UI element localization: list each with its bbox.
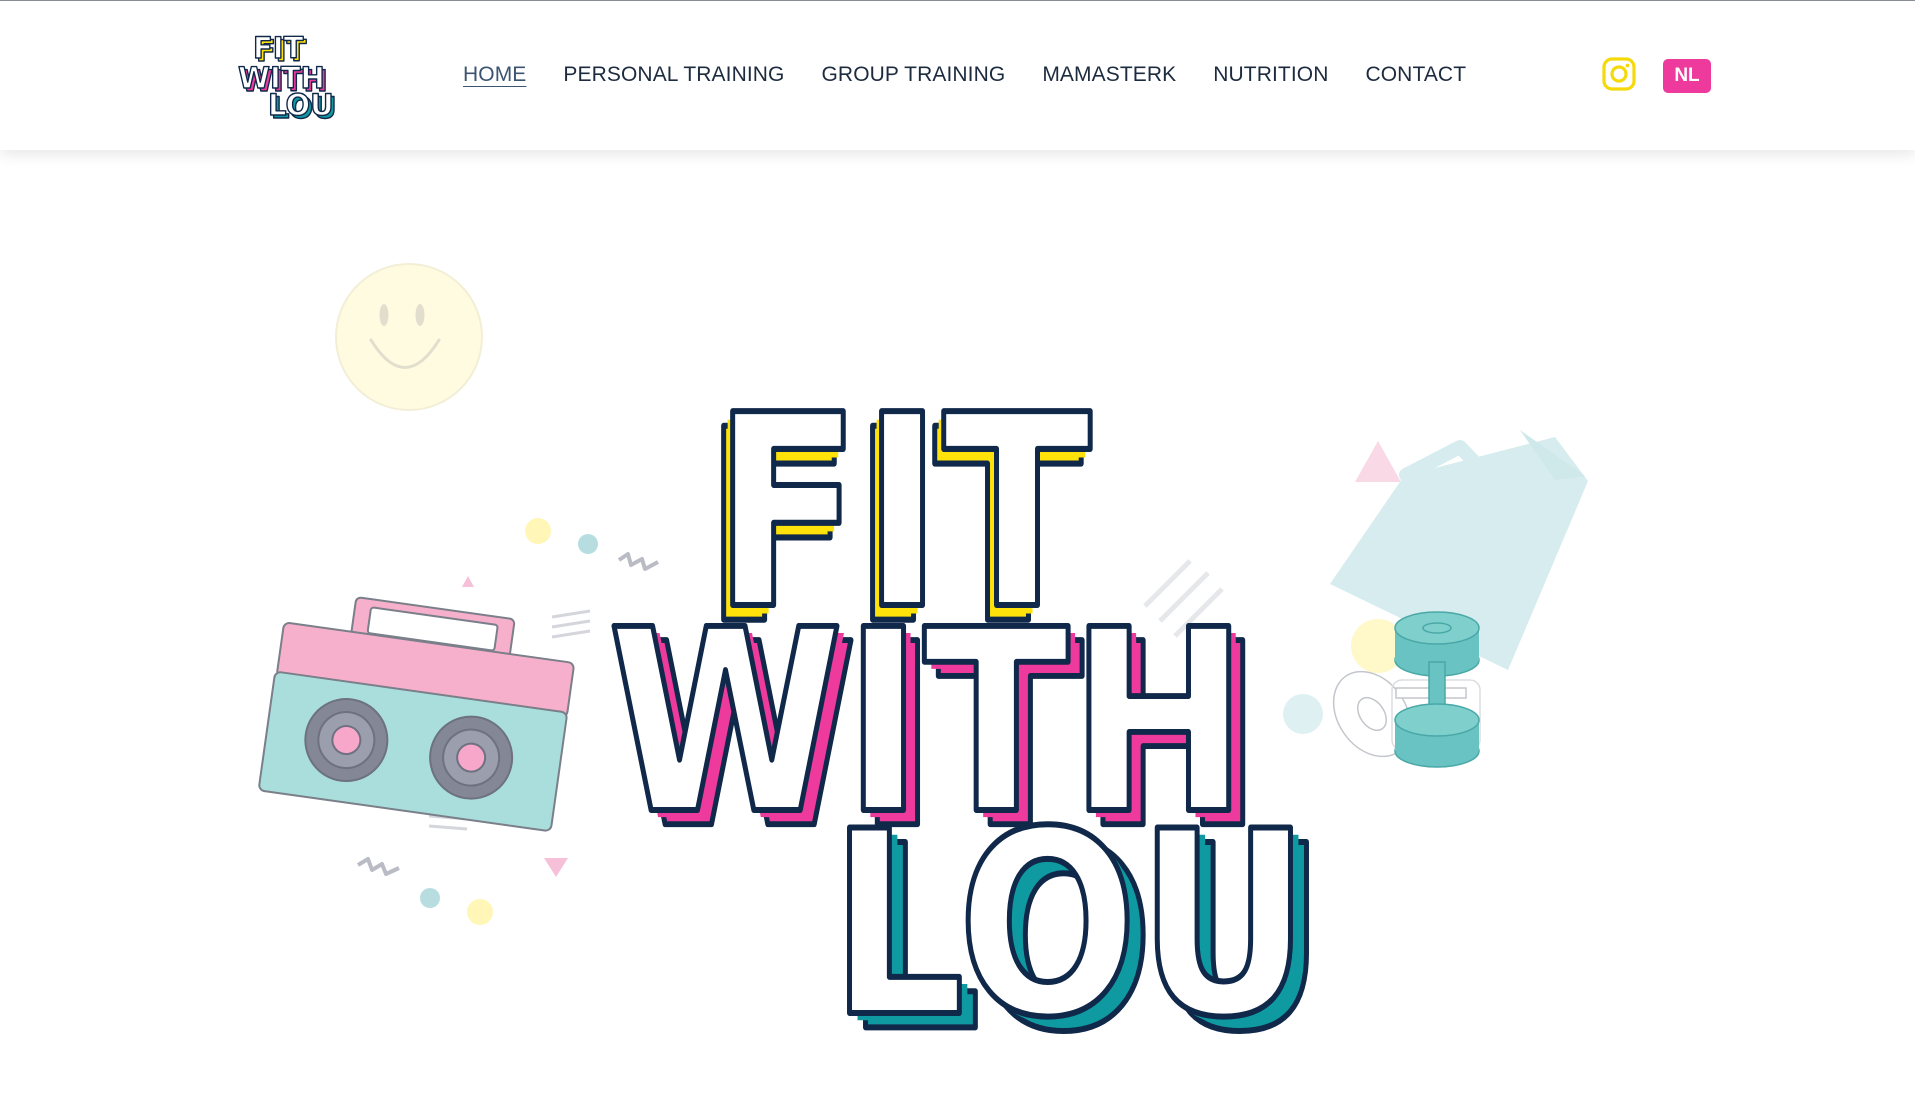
nav-item-nutrition[interactable]: NUTRITION: [1213, 63, 1328, 87]
site-logo[interactable]: FIT FIT WITH WITH LOU LOU: [236, 31, 340, 121]
hero-section: FIT FIT FIT WITH WITH WITH LOU LOU LOU: [0, 150, 1915, 1111]
logo-line-lou: LOU: [268, 88, 334, 121]
instagram-icon[interactable]: [1602, 57, 1636, 91]
boombox-icon: [258, 596, 575, 832]
site-header: FIT FIT WITH WITH LOU LOU HOME PERSONAL …: [0, 1, 1915, 150]
dumbbell-icon: [1332, 611, 1481, 768]
nav-item-home[interactable]: HOME: [463, 63, 526, 87]
nav-item-contact[interactable]: CONTACT: [1365, 63, 1466, 87]
smiley-icon: [335, 263, 483, 411]
main-navigation: HOME PERSONAL TRAINING GROUP TRAINING MA…: [463, 59, 1503, 91]
language-switch-button[interactable]: NL: [1663, 59, 1711, 93]
nav-item-mamasterk[interactable]: MAMASTERK: [1042, 63, 1176, 87]
hero-illustration: FIT FIT FIT WITH WITH WITH LOU LOU LOU: [258, 263, 1588, 1091]
hero-title-lou-face: LOU: [830, 778, 1310, 1074]
nav-item-group-training[interactable]: GROUP TRAINING: [822, 63, 1006, 87]
logo-line-fit: FIT: [253, 31, 304, 65]
hero-title-line-lou: LOU LOU LOU: [827, 776, 1328, 1091]
hero-title: FIT FIT FIT WITH WITH WITH LOU LOU LOU: [605, 356, 1329, 1091]
nav-item-personal-training[interactable]: PERSONAL TRAINING: [563, 63, 784, 87]
